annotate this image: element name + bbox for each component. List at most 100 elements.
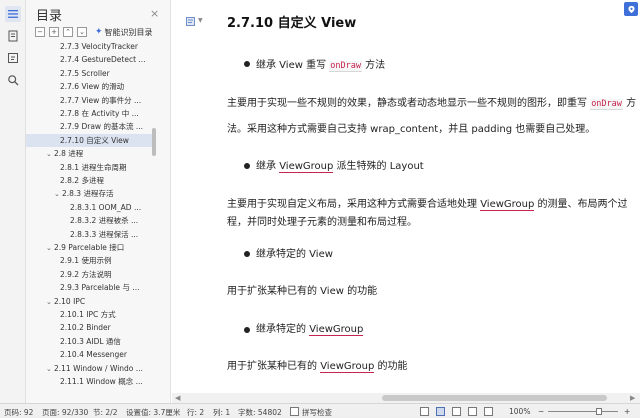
toc-item[interactable]: 2.8.1 进程生命周期: [52, 161, 156, 174]
chevron-down-icon[interactable]: ▼: [198, 17, 203, 24]
status-words[interactable]: 字数: 54802: [238, 407, 282, 418]
toc-item-label: 2.8.2 多进程: [60, 176, 104, 185]
toc-scrollbar-thumb[interactable]: [152, 128, 156, 156]
view-focus-icon[interactable]: [484, 407, 493, 416]
toc-item-label: 2.7.9 Draw 的基本流 ...: [60, 122, 143, 132]
chevron-down-icon[interactable]: ⌄: [54, 188, 62, 200]
toc-item[interactable]: ⌄ 2.8 进程: [46, 147, 156, 160]
paragraph-1-line-2: 法。采用这种方式需要自己支持 wrap_content，并且 padding 也…: [227, 124, 596, 135]
collapse-all-icon[interactable]: −: [35, 27, 45, 37]
toc-item-label: 2.9.2 方法说明: [60, 269, 112, 279]
paragraph-4: 用于扩张某种已有的 ViewGroup 的功能: [227, 361, 408, 373]
toc-item[interactable]: 2.7.3 VelocityTracker: [52, 40, 156, 53]
toc-item[interactable]: 2.7.7 View 的事件分 ...: [52, 94, 156, 107]
status-setting: 设置值: 3.7厘米: [126, 408, 181, 417]
chevron-down-icon[interactable]: ⌄: [46, 148, 54, 160]
toc-item-label: 2.8.3.2 进程被杀 ...: [70, 216, 139, 226]
toc-item-label: 2.7.10 自定义 View: [60, 135, 129, 145]
paragraph-3: 用于扩张某种已有的 View 的功能: [227, 286, 378, 297]
toc-item-label: 2.8.3.3 进程保活 ...: [70, 229, 139, 239]
chevron-down-icon[interactable]: ⌄: [46, 242, 54, 254]
view-read-icon[interactable]: [420, 407, 429, 416]
bullet-line-4: 继承特定的 ViewGroup: [256, 324, 364, 336]
status-col: 列: 1: [213, 408, 231, 417]
bullet-dot: [244, 61, 250, 67]
toc-item-label: 2.8.3 进程存活: [62, 189, 114, 199]
section-heading: 2.7.10 自定义 View: [227, 16, 357, 31]
bullet-line-2: 继承 ViewGroup 派生特殊的 Layout: [256, 161, 424, 173]
toc-item[interactable]: 2.7.5 Scroller: [52, 67, 156, 80]
toc-panel: 目录 × − + ⌃ ⌄ ✦ 智能识别目录 2.7.3 VelocityTrac…: [26, 0, 171, 403]
toc-item[interactable]: 2.10.1 IPC 方式: [52, 308, 156, 321]
zoom-out-icon[interactable]: −: [538, 407, 544, 416]
toc-item[interactable]: ⌄ 2.10 IPC: [46, 295, 156, 308]
toc-item[interactable]: 2.9.3 Parcelable 与 ...: [52, 281, 156, 294]
toc-item-label: 2.9.3 Parcelable 与 ...: [60, 283, 140, 293]
toc-item[interactable]: 2.7.10 自定义 View: [26, 133, 152, 147]
expand-all-icon[interactable]: +: [49, 27, 59, 37]
status-page-number[interactable]: 页码: 92: [4, 407, 33, 418]
bullet-dot: [244, 327, 250, 333]
toc-item[interactable]: 2.8.3.1 OOM_AD ...: [62, 201, 156, 214]
find-icon[interactable]: [5, 72, 21, 88]
toc-item-label: 2.8.1 进程生命周期: [60, 162, 127, 172]
horizontal-scrollbar[interactable]: ◀ ▶: [172, 393, 640, 403]
bullet-dot: [244, 251, 250, 257]
toc-item[interactable]: 2.8.3.2 进程被杀 ...: [62, 214, 156, 227]
toc-item-label: 2.11.1 Window 概念 ...: [60, 377, 143, 386]
level-up-icon[interactable]: ⌃: [63, 27, 73, 37]
pages-icon[interactable]: [5, 28, 21, 44]
toc-item[interactable]: 2.11.1 Window 概念 ...: [52, 375, 156, 388]
toc-item[interactable]: 2.9.1 使用示例: [52, 254, 156, 267]
status-pages[interactable]: 页面: 92/330: [42, 407, 88, 418]
toc-item[interactable]: 2.7.9 Draw 的基本流 ...: [52, 120, 156, 133]
left-icon-rail: [0, 0, 26, 403]
heading-style-icon[interactable]: [186, 17, 195, 26]
toc-item[interactable]: 2.10.2 Binder: [52, 321, 156, 334]
toc-toolbar: − + ⌃ ⌄ ✦ 智能识别目录: [35, 26, 153, 38]
chevron-down-icon[interactable]: ⌄: [46, 363, 54, 375]
toc-panel-icon[interactable]: [5, 6, 21, 22]
location-pin-icon[interactable]: [624, 2, 638, 16]
bookmark-icon[interactable]: [5, 50, 21, 66]
close-icon[interactable]: ×: [150, 7, 159, 20]
toc-item[interactable]: 2.7.4 GestureDetect ...: [52, 53, 156, 66]
toc-item[interactable]: ⌄ 2.8.3 进程存活: [54, 187, 156, 200]
inline-code: onDraw: [590, 99, 623, 110]
view-page-icon[interactable]: [436, 407, 445, 416]
paragraph-2-line-2: 程，并同时处理子元素的测量和布局过程。: [227, 217, 417, 228]
zoom-slider-track[interactable]: [548, 411, 618, 412]
document-page: ▼ 2.7.10 自定义 View 继承 View 重写 onDraw 方法 主…: [172, 0, 640, 403]
zoom-in-icon[interactable]: +: [624, 407, 630, 416]
toc-item[interactable]: 2.7.8 在 Activity 中 ...: [52, 107, 156, 120]
spellcheck-label[interactable]: 拼写检查: [302, 407, 332, 418]
toc-item-label: 2.10.4 Messenger: [60, 350, 127, 360]
level-down-icon[interactable]: ⌄: [77, 27, 87, 37]
bullet-line-1: 继承 View 重写 onDraw 方法: [256, 60, 386, 72]
paragraph-1-line-1: 主要用于实现一些不规则的效果，静态或者动态地显示一些不规则的图形，即重写 onD…: [227, 98, 637, 110]
toc-item-label: 2.10 IPC: [54, 296, 86, 306]
spellcheck-icon[interactable]: [290, 407, 299, 416]
view-outline-icon[interactable]: [468, 407, 477, 416]
toc-item[interactable]: 2.9.2 方法说明: [52, 268, 156, 281]
scroll-right-icon[interactable]: ▶: [630, 394, 635, 402]
toc-item[interactable]: 2.8.2 多进程: [52, 174, 156, 187]
zoom-slider-knob[interactable]: [596, 408, 602, 415]
scroll-left-icon[interactable]: ◀: [175, 394, 180, 402]
underlined-term: ViewGroup: [279, 161, 334, 173]
toc-item[interactable]: ⌄ 2.11 Window / Windo ...: [46, 362, 156, 375]
underlined-term: ViewGroup: [480, 199, 535, 211]
toc-item[interactable]: 2.7.6 View 的滑动: [52, 80, 156, 93]
toc-item[interactable]: ⌄ 2.9 Parcelable 接口: [46, 241, 156, 254]
toc-item-label: 2.7.7 View 的事件分 ...: [60, 95, 142, 105]
smart-toc-button[interactable]: ✦ 智能识别目录: [95, 27, 153, 38]
chevron-down-icon[interactable]: ⌄: [46, 296, 54, 308]
view-web-icon[interactable]: [452, 407, 461, 416]
horizontal-scrollbar-thumb[interactable]: [382, 395, 607, 401]
toc-item[interactable]: 2.8.3.3 进程保活 ...: [62, 228, 156, 241]
zoom-level[interactable]: 100%: [509, 407, 530, 416]
toc-item[interactable]: 2.10.4 Messenger: [52, 348, 156, 361]
smart-toc-label: 智能识别目录: [104, 27, 153, 37]
toc-item[interactable]: 2.10.3 AIDL 通信: [52, 335, 156, 348]
toc-item-label: 2.8.3.1 OOM_AD ...: [70, 202, 142, 212]
